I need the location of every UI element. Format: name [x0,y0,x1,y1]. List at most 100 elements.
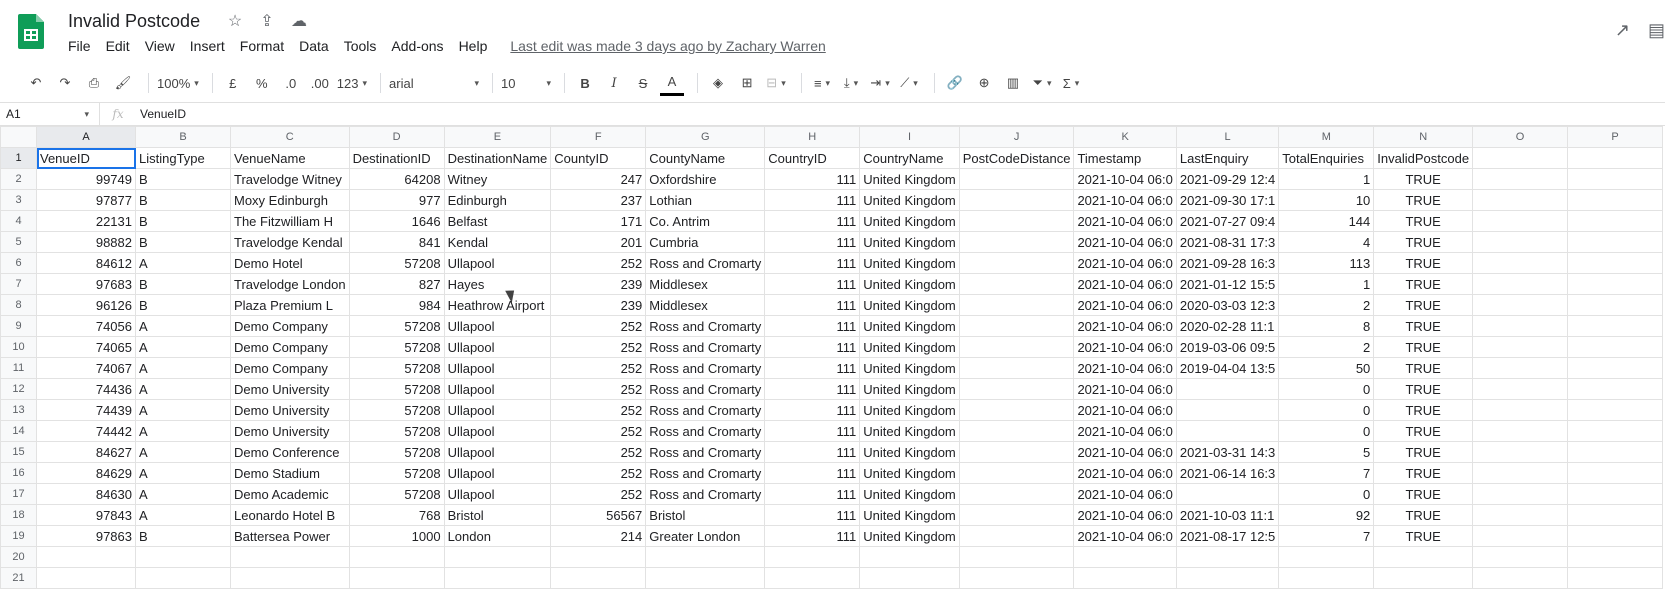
cell[interactable]: Ross and Cromarty [645,483,766,505]
cell[interactable] [1472,441,1569,463]
cell[interactable]: Witney [443,168,552,190]
row-header[interactable]: 1 [0,147,37,169]
cell[interactable]: 2021-10-04 06:0 [1073,210,1177,232]
cell[interactable] [859,546,960,568]
row-header[interactable]: 8 [0,294,37,316]
cell[interactable]: Ullapool [443,399,552,421]
cell[interactable]: B [135,294,231,316]
cell[interactable]: 2021-01-12 15:5 [1175,273,1280,295]
cell[interactable]: 2021-07-27 09:4 [1175,210,1280,232]
cell[interactable]: 57208 [348,378,445,400]
cell[interactable]: 56567 [550,504,647,526]
cell[interactable]: 2021-09-28 16:3 [1175,252,1280,274]
cell[interactable] [958,210,1075,232]
column-header[interactable]: L [1175,126,1280,148]
cell[interactable] [1567,441,1664,463]
cell[interactable] [958,420,1075,442]
cell[interactable]: 57208 [348,483,445,505]
row-header[interactable]: 12 [0,378,37,400]
cell[interactable]: Ross and Cromarty [645,441,766,463]
cell[interactable]: B [135,273,231,295]
cell[interactable] [1567,483,1664,505]
name-box[interactable]: A1 ▾ [0,103,100,125]
cell[interactable]: 57208 [348,336,445,358]
cell[interactable]: Demo University [230,378,350,400]
cell[interactable]: A [135,462,231,484]
insert-comment-icon[interactable]: ⊕ [972,70,996,96]
cell[interactable]: Ross and Cromarty [645,252,766,274]
cell[interactable]: The Fitzwilliam H [230,210,350,232]
cell[interactable]: 111 [764,315,861,337]
cell[interactable]: InvalidPostcode [1373,147,1474,169]
cell[interactable]: Ross and Cromarty [645,378,766,400]
cell[interactable]: 74436 [36,378,136,400]
undo-icon[interactable]: ↶ [24,70,48,96]
cell[interactable]: 84612 [36,252,136,274]
cell[interactable]: 111 [764,441,861,463]
cell[interactable]: LastEnquiry [1175,147,1280,169]
cell[interactable]: TRUE [1373,252,1474,274]
cell[interactable]: 1000 [348,525,445,547]
cell[interactable]: A [135,357,231,379]
cell[interactable] [1567,252,1664,274]
cell[interactable]: 97877 [36,189,136,211]
cell[interactable]: DestinationName [443,147,552,169]
cell[interactable]: Ullapool [443,483,552,505]
cell[interactable]: 50 [1278,357,1375,379]
cell[interactable]: Plaza Premium L [230,294,350,316]
cell[interactable] [348,567,445,589]
cell[interactable] [1472,504,1569,526]
cell[interactable] [1472,210,1569,232]
cell[interactable]: 239 [550,273,647,295]
cell[interactable] [1175,399,1280,421]
cell[interactable]: 4 [1278,231,1375,253]
cell[interactable]: 0 [1278,483,1375,505]
cell[interactable] [1472,315,1569,337]
cell[interactable]: A [135,483,231,505]
cell[interactable]: 2021-10-04 06:0 [1073,462,1177,484]
cell[interactable]: 111 [764,273,861,295]
cell[interactable] [443,546,552,568]
cell[interactable] [1567,420,1664,442]
cell[interactable]: 252 [550,378,647,400]
cell[interactable] [550,567,647,589]
cell[interactable]: A [135,441,231,463]
row-header[interactable]: 7 [0,273,37,295]
cell[interactable]: 2021-10-04 06:0 [1073,357,1177,379]
cell[interactable] [1567,231,1664,253]
cell[interactable]: 10 [1278,189,1375,211]
cell[interactable]: London [443,525,552,547]
cell[interactable] [36,546,136,568]
cell[interactable]: 2021-03-31 14:3 [1175,441,1280,463]
cell[interactable]: 2021-08-31 17:3 [1175,231,1280,253]
cell[interactable]: CountyName [645,147,766,169]
cell[interactable]: Lothian [645,189,766,211]
cell[interactable] [958,231,1075,253]
cell[interactable]: Battersea Power [230,525,350,547]
menu-tools[interactable]: Tools [344,38,377,54]
cell[interactable]: Co. Antrim [645,210,766,232]
cell[interactable] [1175,378,1280,400]
cell[interactable]: Ross and Cromarty [645,462,766,484]
cell[interactable]: Oxfordshire [645,168,766,190]
cell[interactable]: 7 [1278,462,1375,484]
cell[interactable]: 22131 [36,210,136,232]
cell[interactable] [1472,336,1569,358]
cell[interactable]: 57208 [348,252,445,274]
star-icon[interactable]: ☆ [225,11,245,31]
cell[interactable]: Ross and Cromarty [645,315,766,337]
cell[interactable]: Travelodge Kendal [230,231,350,253]
cell[interactable]: TRUE [1373,210,1474,232]
cell[interactable]: 2021-10-04 06:0 [1073,252,1177,274]
cell[interactable] [1472,273,1569,295]
menu-addons[interactable]: Add-ons [391,38,443,54]
cell[interactable]: TRUE [1373,504,1474,526]
cell[interactable]: United Kingdom [859,462,960,484]
cell[interactable]: Middlesex [645,273,766,295]
select-all-corner[interactable] [0,126,37,148]
cell[interactable]: 984 [348,294,445,316]
cell[interactable] [859,567,960,589]
cell[interactable]: VenueName [230,147,350,169]
cell[interactable]: Demo Company [230,336,350,358]
cell[interactable] [135,567,231,589]
